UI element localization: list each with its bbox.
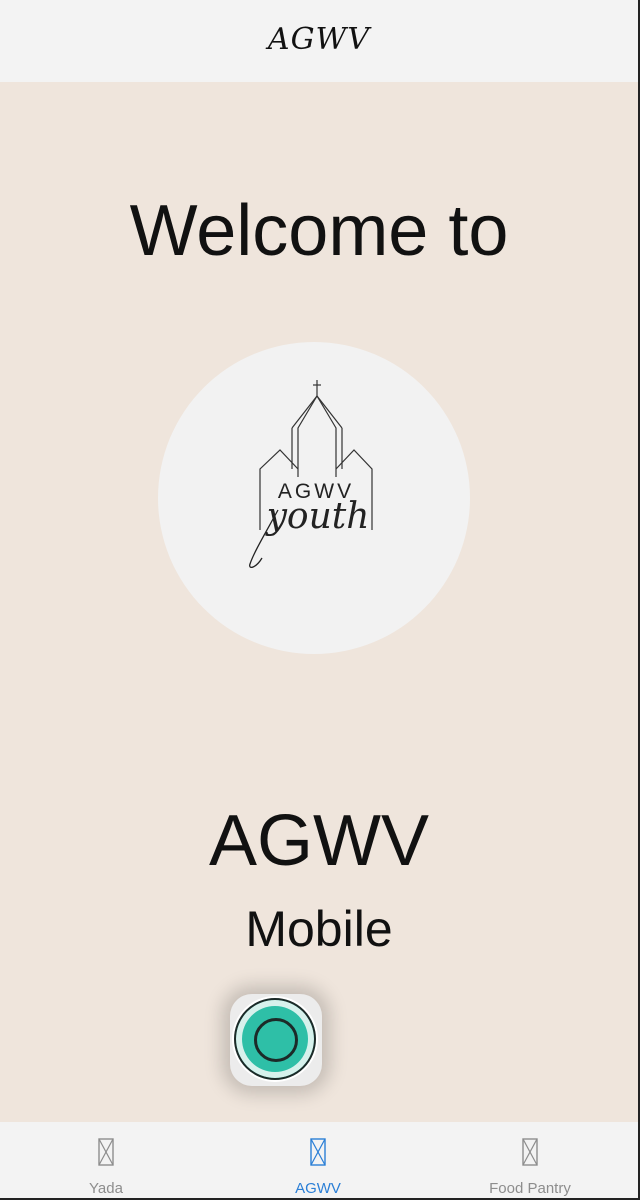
image-placeholder-icon	[522, 1138, 538, 1166]
image-placeholder-icon	[98, 1138, 114, 1166]
logo-text-youth: youth	[265, 496, 370, 537]
record-button-ring	[234, 998, 316, 1080]
image-placeholder-icon	[310, 1138, 326, 1166]
nav-item-agwv[interactable]: AGWV	[212, 1122, 424, 1198]
welcome-screen: Welcome to AGWV youth AGWV Mobile	[0, 82, 640, 1122]
record-button[interactable]	[230, 994, 322, 1086]
app-subtitle: Mobile	[245, 901, 393, 957]
nav-item-yada[interactable]: Yada	[0, 1122, 212, 1198]
nav-label-yada: Yada	[89, 1180, 123, 1197]
nav-label-food-pantry: Food Pantry	[489, 1180, 571, 1197]
nav-label-agwv: AGWV	[295, 1180, 341, 1197]
church-logo-graphic: AGWV youth	[249, 380, 373, 569]
welcome-heading: Welcome to	[129, 191, 509, 271]
app-title: AGWV	[267, 22, 371, 57]
bottom-navigation: Yada AGWV Food Pantry	[0, 1122, 640, 1200]
agwv-youth-logo: AGWV youth	[158, 342, 470, 654]
app-name-heading: AGWV	[208, 801, 429, 881]
record-dot-icon	[254, 1018, 298, 1062]
top-app-bar: AGWV	[0, 0, 640, 82]
nav-item-food-pantry[interactable]: Food Pantry	[424, 1122, 636, 1198]
